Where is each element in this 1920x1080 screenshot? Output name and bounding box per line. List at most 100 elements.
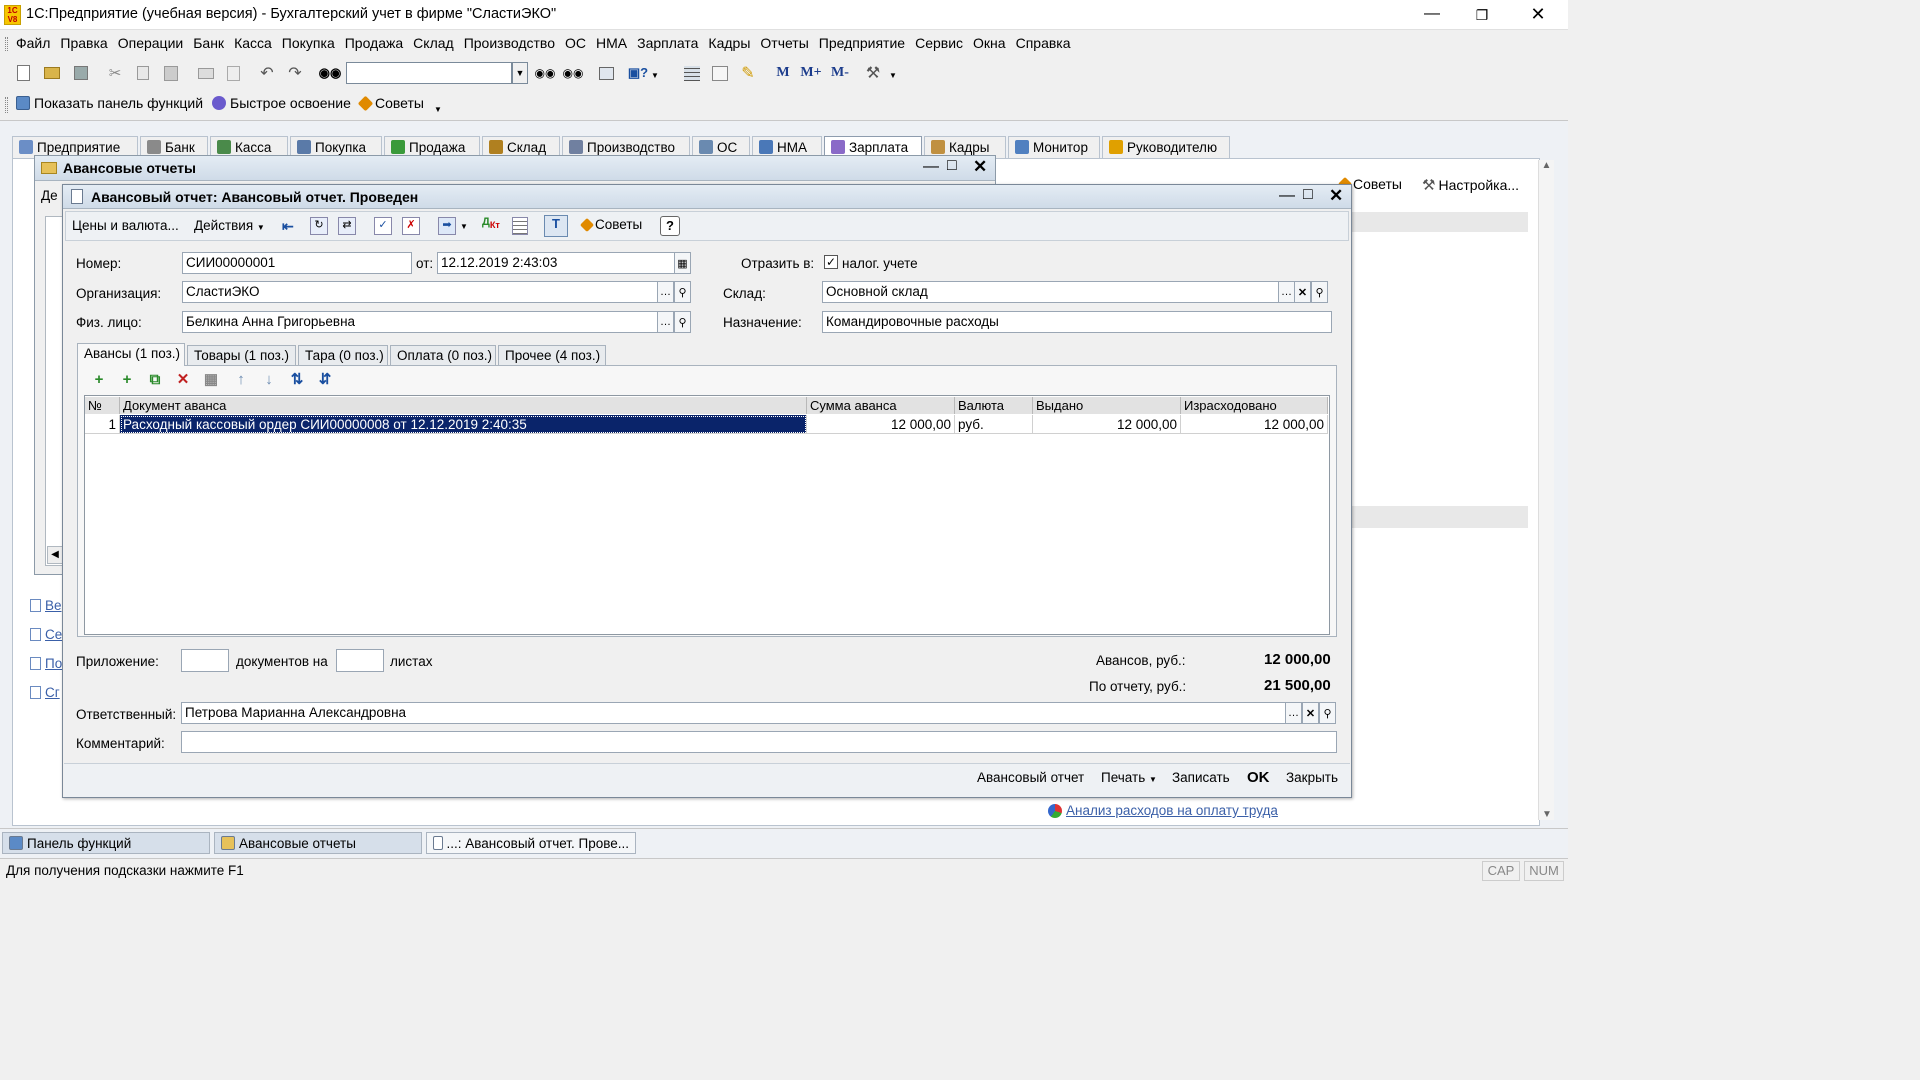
help-button[interactable]: ?: [660, 216, 680, 236]
column-header-1[interactable]: Документ аванса: [120, 397, 807, 414]
save-button[interactable]: Записать: [1172, 770, 1230, 785]
cell-currency[interactable]: руб.: [955, 415, 1033, 434]
date-field[interactable]: 12.12.2019 2:43:03: [437, 252, 675, 274]
attach-docs-field[interactable]: [181, 649, 229, 672]
number-field[interactable]: СИИ00000001: [182, 252, 412, 274]
print-button[interactable]: Печать ▼: [1101, 770, 1157, 785]
warehouse-select-icon[interactable]: …: [1278, 281, 1295, 303]
restore-icon[interactable]: ❐: [1462, 0, 1502, 30]
paste-icon[interactable]: [162, 64, 180, 82]
based-on-dropdown-icon[interactable]: ▼: [460, 222, 468, 231]
panel-scrollbar[interactable]: ▲ ▼: [1538, 160, 1554, 820]
add-group-icon[interactable]: +: [117, 370, 137, 390]
person-open-icon[interactable]: ⚲: [674, 311, 691, 333]
menu-item-7[interactable]: Склад: [413, 35, 454, 51]
section-tab-12[interactable]: Руководителю: [1102, 136, 1230, 158]
doc-maximize-icon[interactable]: □: [1303, 186, 1313, 204]
tools-dropdown-icon[interactable]: ▼: [888, 70, 898, 80]
preview-icon[interactable]: [224, 64, 242, 82]
delete-row-icon[interactable]: ✕: [173, 370, 193, 390]
save-icon[interactable]: [72, 64, 90, 82]
side-link-2[interactable]: По: [30, 656, 62, 671]
comment-field[interactable]: [181, 731, 1337, 753]
redo-icon[interactable]: ↷: [286, 64, 304, 82]
doc-tips-button[interactable]: Советы: [579, 217, 642, 232]
sort-desc-icon[interactable]: ⇵: [315, 370, 335, 390]
responsible-clear-icon[interactable]: ✕: [1302, 702, 1319, 724]
list-minimize-icon[interactable]: —: [923, 158, 939, 176]
column-header-4[interactable]: Выдано: [1033, 397, 1181, 414]
mem-m-button[interactable]: М: [772, 64, 794, 82]
menu-item-12[interactable]: Кадры: [708, 35, 750, 51]
taskbar-item-0[interactable]: Панель функций: [2, 832, 210, 854]
warehouse-clear-icon[interactable]: ✕: [1294, 281, 1311, 303]
fill-icon[interactable]: ▦: [201, 370, 221, 390]
minimize-icon[interactable]: —: [1412, 0, 1452, 30]
find-icon[interactable]: ◉◉: [319, 64, 342, 82]
menu-item-14[interactable]: Предприятие: [819, 35, 905, 51]
responsible-field[interactable]: Петрова Марианна Александровна: [181, 702, 1286, 724]
help-dropdown-icon[interactable]: ▼: [650, 70, 660, 80]
calendar-picker-icon[interactable]: ▦: [674, 252, 691, 274]
add-row-icon[interactable]: +: [89, 370, 109, 390]
move-up-icon[interactable]: ↑: [231, 370, 251, 390]
column-header-2[interactable]: Сумма аванса: [807, 397, 955, 414]
scroll-down-icon[interactable]: ▼: [1539, 809, 1555, 820]
responsible-select-icon[interactable]: …: [1285, 702, 1302, 724]
new-document-icon[interactable]: [14, 64, 32, 82]
org-field[interactable]: СластиЭКО: [182, 281, 658, 303]
side-link-1[interactable]: Се: [30, 627, 62, 642]
move-down-icon[interactable]: ↓: [259, 370, 279, 390]
analysis-link[interactable]: Анализ расходов на оплату труда: [1048, 803, 1278, 818]
ok-button[interactable]: OK: [1247, 769, 1270, 786]
menu-item-15[interactable]: Сервис: [915, 35, 963, 51]
list-maximize-icon[interactable]: □: [947, 157, 957, 175]
side-link-3[interactable]: Сг: [30, 685, 60, 700]
tools-icon[interactable]: ⚒: [862, 64, 884, 82]
tips-dropdown-icon[interactable]: ▼: [434, 105, 442, 114]
calendar-icon[interactable]: [710, 64, 730, 82]
enter-from-icon[interactable]: ⇤: [282, 218, 300, 234]
calculator-icon[interactable]: ✎: [738, 64, 758, 82]
undo-icon[interactable]: ↶: [258, 64, 276, 82]
post-icon[interactable]: ✓: [374, 217, 392, 235]
responsible-open-icon[interactable]: ⚲: [1319, 702, 1336, 724]
doc-minimize-icon[interactable]: —: [1279, 187, 1295, 205]
menu-item-11[interactable]: Зарплата: [637, 35, 698, 51]
based-on-icon[interactable]: ➡: [438, 217, 456, 235]
search-input[interactable]: [346, 62, 512, 84]
menu-item-2[interactable]: Операции: [118, 35, 184, 51]
menu-item-3[interactable]: Банк: [193, 35, 224, 51]
cell-sum[interactable]: 12 000,00: [807, 415, 955, 434]
help-icon[interactable]: ▣?: [624, 64, 652, 82]
mem-plus-button[interactable]: М+: [798, 64, 824, 82]
menu-item-9[interactable]: ОС: [565, 35, 586, 51]
warehouse-open-icon[interactable]: ⚲: [1311, 281, 1328, 303]
panel-settings-button[interactable]: ⚒ Настройка...: [1422, 176, 1519, 194]
column-header-3[interactable]: Валюта: [955, 397, 1033, 414]
show-panel-button[interactable]: Показать панель функций: [16, 95, 203, 111]
person-field[interactable]: Белкина Анна Григорьевна: [182, 311, 658, 333]
cell-doc[interactable]: Расходный кассовый ордер СИИ00000008 от …: [120, 415, 807, 434]
text-mode-icon[interactable]: T: [544, 215, 568, 237]
copy-icon[interactable]: [134, 64, 152, 82]
dt-kt-icon[interactable]: ДКт: [482, 216, 500, 230]
report-print-button[interactable]: Авансовый отчет: [977, 770, 1084, 785]
close-icon[interactable]: ✕: [1518, 0, 1558, 30]
print-icon[interactable]: [196, 64, 216, 82]
windows-icon[interactable]: [596, 64, 616, 82]
cell-spent[interactable]: 12 000,00: [1181, 415, 1328, 434]
doc-close-icon[interactable]: ✕: [1329, 186, 1343, 206]
section-tab-11[interactable]: Монитор: [1008, 136, 1100, 158]
sort-asc-icon[interactable]: ⇅: [287, 370, 307, 390]
scroll-up-icon[interactable]: ▲: [1539, 160, 1554, 171]
menu-item-17[interactable]: Справка: [1016, 35, 1071, 51]
org-open-icon[interactable]: ⚲: [674, 281, 691, 303]
actions-button[interactable]: Действия ▼: [194, 218, 265, 233]
close-button[interactable]: Закрыть: [1286, 770, 1338, 785]
menu-item-8[interactable]: Производство: [464, 35, 555, 51]
side-link-0[interactable]: Ве: [30, 598, 62, 613]
structure-icon[interactable]: [512, 217, 528, 235]
menu-item-5[interactable]: Покупка: [282, 35, 335, 51]
menu-item-0[interactable]: Файл: [16, 35, 50, 51]
